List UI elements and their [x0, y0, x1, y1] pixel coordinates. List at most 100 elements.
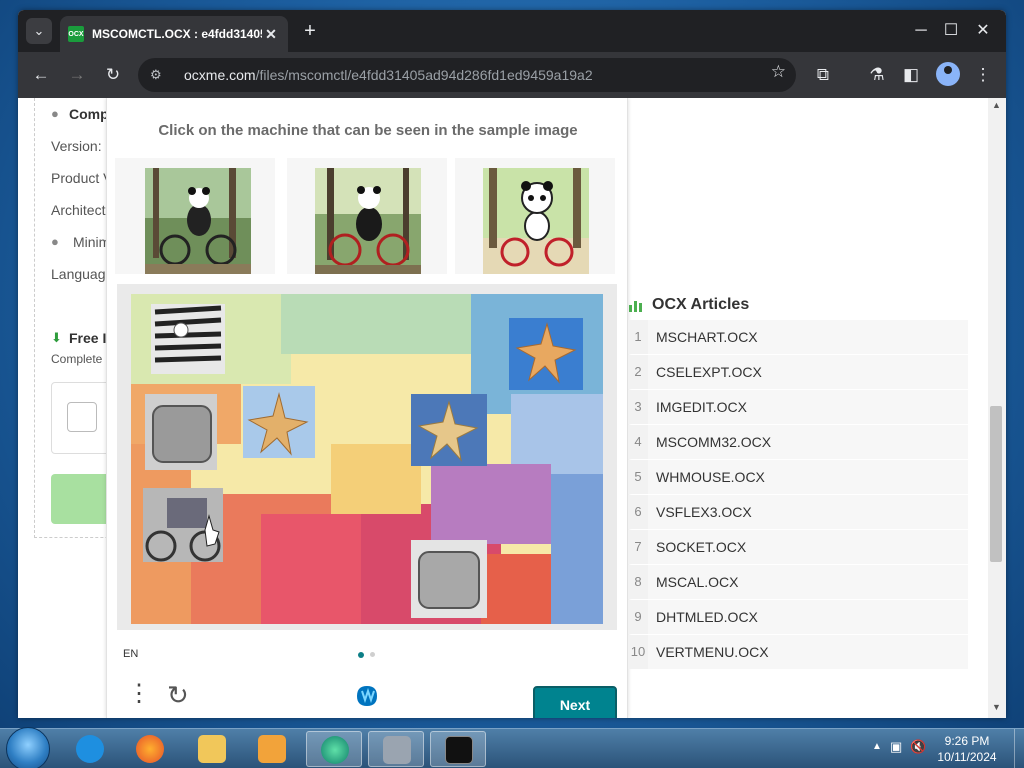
forward-button[interactable]: → — [64, 62, 90, 88]
maximize-button[interactable]: ☐ — [936, 18, 966, 44]
article-item[interactable]: 8 MSCAL.OCX — [628, 564, 968, 599]
captcha-checkbox[interactable] — [67, 402, 97, 432]
clock[interactable]: 9:26 PM 10/11/2024 — [928, 733, 1006, 765]
articles-title: OCX Articles — [652, 296, 750, 313]
web-page: ● Comp Version: 1 Product V Architect ● … — [18, 98, 1006, 718]
article-link[interactable]: CSELEXPT.OCX — [648, 354, 968, 389]
next-button[interactable]: Next — [533, 686, 617, 718]
article-number: 4 — [628, 424, 648, 459]
tab-title: MSCOMCTL.OCX : e4fdd31405 — [92, 27, 262, 41]
article-number: 10 — [628, 634, 648, 669]
article-link[interactable]: MSCAL.OCX — [648, 564, 968, 599]
article-item[interactable]: 9 DHTMLED.OCX — [628, 599, 968, 634]
show-desktop-button[interactable] — [1014, 729, 1024, 768]
info-icon: ● — [51, 234, 59, 249]
hcaptcha-challenge: Click on the machine that can be seen in… — [106, 98, 628, 718]
minimum-label: Minim — [73, 234, 111, 250]
new-tab-button[interactable]: + — [298, 20, 322, 44]
article-number: 5 — [628, 459, 648, 494]
browser-window: ⌄ OCX MSCOMCTL.OCX : e4fdd31405 ✕ + ─ ☐ … — [18, 10, 1006, 718]
scroll-up-icon[interactable]: ▲ — [992, 100, 1001, 110]
sample-image-panda-bicycle — [315, 168, 421, 274]
command-prompt-icon — [445, 736, 473, 764]
browser-toolbar: ← → ↻ ⚙ ocxme.com/files/mscomctl/e4fdd31… — [18, 52, 1006, 98]
article-link[interactable]: MSCHART.OCX — [648, 319, 968, 354]
article-link[interactable]: MSCOMM32.OCX — [648, 424, 968, 459]
tab-strip: ⌄ OCX MSCOMCTL.OCX : e4fdd31405 ✕ + ─ ☐ … — [18, 10, 1006, 52]
article-link[interactable]: VERTMENU.OCX — [648, 634, 968, 669]
site-info-icon[interactable]: ⚙ — [150, 67, 172, 83]
more-options-icon[interactable]: ⋮ — [127, 682, 151, 706]
taskbar-firefox[interactable] — [122, 731, 178, 767]
scroll-down-icon[interactable]: ▼ — [992, 702, 1001, 712]
volume-muted-icon[interactable]: 🔇 — [910, 739, 926, 755]
media-player-icon — [258, 735, 286, 763]
tab-active[interactable]: OCX MSCOMCTL.OCX : e4fdd31405 ✕ — [60, 16, 288, 52]
tab-search-button[interactable]: ⌄ — [26, 18, 52, 44]
show-hidden-icons[interactable]: ▲ — [872, 741, 882, 752]
article-number: 2 — [628, 354, 648, 389]
taskbar-explorer[interactable] — [184, 731, 240, 767]
profile-avatar[interactable] — [936, 62, 960, 86]
sample-image-panda-bicycle — [483, 168, 589, 274]
challenge-prompt: Click on the machine that can be seen in… — [158, 122, 578, 139]
article-item[interactable]: 4 MSCOMM32.OCX — [628, 424, 968, 459]
url-host: ocxme.com — [184, 67, 256, 83]
network-icon[interactable]: ▣ — [890, 739, 902, 755]
labs-flask-icon[interactable]: ⚗ — [864, 62, 890, 88]
system-tray: ▲ ▣ 🔇 9:26 PM 10/11/2024 — [868, 729, 1024, 768]
free-download-heading: Free I — [69, 330, 107, 346]
article-item[interactable]: 6 VSFLEX3.OCX — [628, 494, 968, 529]
folder-icon — [198, 735, 226, 763]
start-button[interactable] — [6, 727, 50, 768]
reload-button[interactable]: ↻ — [100, 62, 126, 88]
firefox-icon — [136, 735, 164, 763]
article-link[interactable]: VSFLEX3.OCX — [648, 494, 968, 529]
scroll-thumb[interactable] — [990, 406, 1002, 562]
clock-time: 9:26 PM — [944, 734, 990, 748]
language-selector[interactable]: EN — [123, 648, 138, 660]
article-item[interactable]: 7 SOCKET.OCX — [628, 529, 968, 564]
info-icon: ● — [51, 106, 59, 121]
language-label: Language — [51, 266, 114, 282]
download-icon: ⬇ — [51, 330, 62, 345]
taskbar-media[interactable] — [244, 731, 300, 767]
extensions-icon[interactable]: ⧉ — [810, 62, 836, 88]
pagination-dot — [370, 652, 375, 657]
article-number: 9 — [628, 599, 648, 634]
challenge-canvas[interactable] — [131, 294, 603, 624]
bar-chart-icon — [629, 301, 642, 312]
tools-icon — [383, 736, 411, 764]
address-bar[interactable]: ⚙ ocxme.com/files/mscomctl/e4fdd31405ad9… — [138, 58, 796, 92]
sample-image-panda-bicycle — [145, 168, 251, 274]
taskbar-tools[interactable] — [368, 731, 424, 767]
article-number: 8 — [628, 564, 648, 599]
article-link[interactable]: IMGEDIT.OCX — [648, 389, 968, 424]
architecture-label: Architect — [51, 202, 106, 218]
article-link[interactable]: SOCKET.OCX — [648, 529, 968, 564]
article-number: 6 — [628, 494, 648, 529]
article-item[interactable]: 10 VERTMENU.OCX — [628, 634, 968, 669]
article-item[interactable]: 1 MSCHART.OCX — [628, 319, 968, 354]
taskbar-ie[interactable] — [62, 731, 118, 767]
complete-label: Complete — [51, 352, 103, 366]
close-window-button[interactable]: ✕ — [968, 18, 998, 44]
article-link[interactable]: WHMOUSE.OCX — [648, 459, 968, 494]
article-item[interactable]: 2 CSELEXPT.OCX — [628, 354, 968, 389]
back-button[interactable]: ← — [28, 62, 54, 88]
side-panel-icon[interactable]: ◧ — [898, 62, 924, 88]
close-tab-icon[interactable]: ✕ — [262, 26, 280, 43]
menu-kebab-icon[interactable]: ⋮ — [970, 62, 996, 88]
refresh-challenge-icon[interactable]: ↻ — [167, 680, 189, 711]
bookmark-star-icon[interactable]: ☆ — [771, 62, 786, 82]
article-item[interactable]: 5 WHMOUSE.OCX — [628, 459, 968, 494]
article-link[interactable]: DHTMLED.OCX — [648, 599, 968, 634]
url-path: /files/mscomctl/e4fdd31405ad94d286fd1ed9… — [255, 67, 593, 83]
minimize-button[interactable]: ─ — [906, 18, 936, 44]
taskbar-edge[interactable] — [306, 731, 362, 767]
ocx-favicon-icon: OCX — [68, 26, 84, 42]
page-scrollbar[interactable]: ▲ ▼ — [988, 98, 1006, 718]
clock-date: 10/11/2024 — [937, 750, 997, 764]
article-item[interactable]: 3 IMGEDIT.OCX — [628, 389, 968, 424]
taskbar-cmd[interactable] — [430, 731, 486, 767]
